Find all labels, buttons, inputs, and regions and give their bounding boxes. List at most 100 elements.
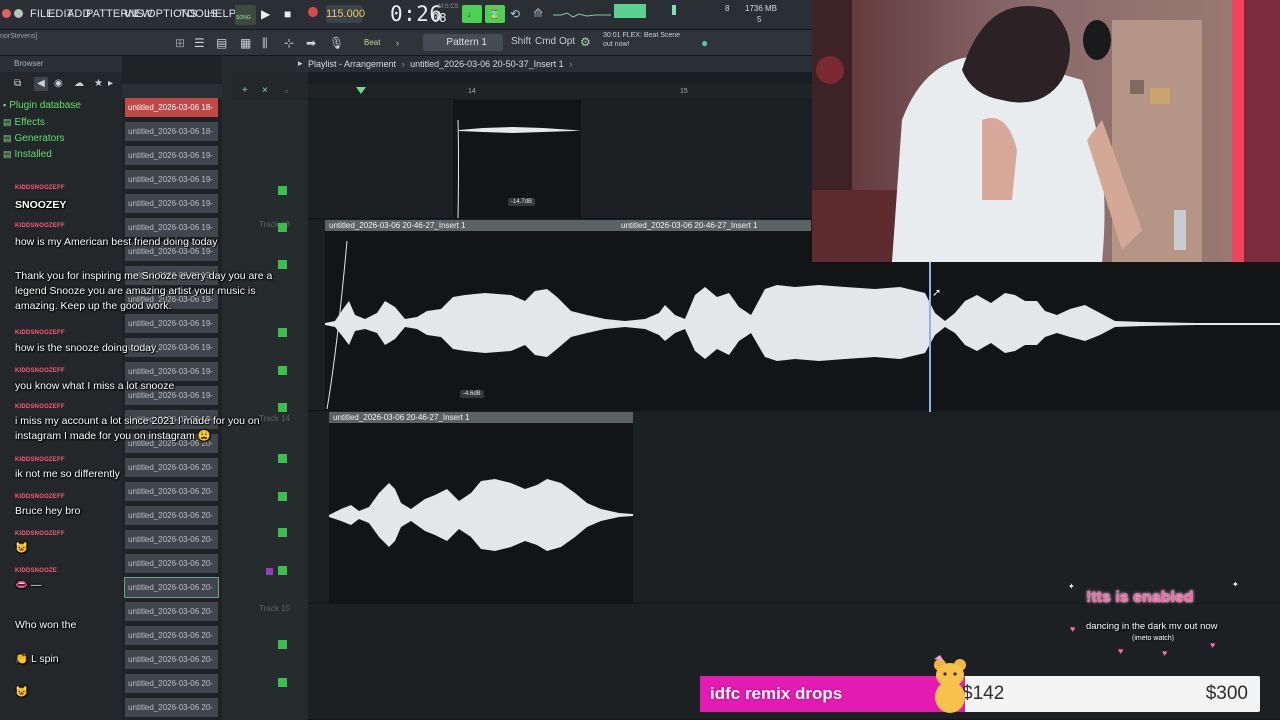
chat-message: you know what I miss a lot snooze <box>15 380 175 392</box>
user-tag: norStevens] <box>0 33 38 40</box>
folder-icon: ▤ <box>3 117 12 127</box>
online-icon[interactable]: ● <box>701 36 708 50</box>
webcam-feed <box>812 0 1280 262</box>
chat-username: KIDDSNOOZEFF <box>15 457 65 463</box>
chat-username: KIDDSNOOZEFF <box>15 404 65 410</box>
tts-announcement-sub: (imeto watch) <box>1132 635 1175 642</box>
delete-track-icon[interactable]: × <box>262 84 268 98</box>
chat-message: Bruce hey bro <box>15 505 81 517</box>
playlist-current-clip: untitled_2026-03-06 20-50-37_Insert 1 <box>410 59 564 69</box>
play-icon[interactable]: ▶ <box>261 7 270 21</box>
sound-icon[interactable]: ◉ <box>54 77 63 91</box>
donation-goal-bar: idfc remix drops $142 $300 <box>700 676 1260 712</box>
donation-goal-target: $300 <box>1205 683 1248 704</box>
chat-message: how is the snooze doing today <box>15 342 157 354</box>
folder-icon: ▤ <box>3 149 12 159</box>
browser-header: Browser <box>0 56 122 72</box>
microphone-icon[interactable]: 🎙 <box>329 36 344 50</box>
playlist-icon[interactable]: ☰ <box>194 36 205 50</box>
browser-item-label: Effects <box>14 117 45 128</box>
playlist-tools: + × ⌕ <box>232 72 308 100</box>
next-arrow-icon[interactable]: ➡ <box>306 36 316 50</box>
time-unit-label: M:S:CS <box>438 4 459 10</box>
star-icon[interactable]: ★ <box>94 77 103 91</box>
add-track-icon[interactable]: + <box>242 84 248 98</box>
news-icon[interactable]: ⚙ <box>580 35 591 49</box>
clip-gain-label: -14.7dB <box>508 198 536 206</box>
cpu-count: 8 <box>725 4 730 13</box>
browser-item-plugin-database[interactable]: ▪ Plugin database <box>3 100 81 111</box>
chat-message: 👄 — <box>15 579 42 591</box>
pattern-clip-item[interactable]: untitled_2026-03-06 18- <box>125 122 218 141</box>
window-close-icon[interactable] <box>2 9 11 18</box>
chat-username: KIDDSNOOZEFF <box>15 330 65 336</box>
audio-clip-c[interactable] <box>329 423 633 603</box>
playlist-title: Playlist - Arrangement › untitled_2026-0… <box>308 59 572 69</box>
pattern-selector[interactable]: Pattern 1 <box>423 34 503 51</box>
playlist-arrow-icon: ▸ <box>298 58 303 68</box>
piano-roll-icon[interactable]: ▤ <box>216 36 227 50</box>
hint-line-1: 30:01 FLEX: Beat Scene <box>603 32 681 39</box>
song-time-centiseconds: 08 <box>432 11 447 25</box>
channel-rack-icon[interactable]: ▦ <box>240 36 251 50</box>
clip-name: untitled_2026-03-06 20-46-27_Insert 1 <box>329 221 466 230</box>
waveform <box>329 479 633 551</box>
audio-clip-a-header[interactable]: untitled_2026-03-06 20-46-27_Insert 1 <box>325 220 617 231</box>
stop-icon[interactable]: ■ <box>284 7 291 21</box>
stream-chat: KIDDSNOOZEFF SNOOZEY KIDDSNOOZEFF how is my… <box>0 182 300 720</box>
chat-username: KIDDSNOOZEFF <box>15 223 65 229</box>
chat-message: SNOOZEY <box>15 199 67 211</box>
metronome-button[interactable]: ♩ <box>462 5 482 23</box>
screen: FILE EDIT ADD PATTERNS VIEW OPTIONS TOOL… <box>0 0 1280 720</box>
browser-item-generators[interactable]: ▤ Generators <box>3 133 65 144</box>
wait-input-button[interactable]: ⌛ <box>485 5 505 23</box>
back-icon[interactable]: ◀ <box>34 77 48 91</box>
chat-message: i miss my account a lot since 2021 I mad… <box>15 415 260 442</box>
tempo-display[interactable]: 115.000 <box>326 5 365 23</box>
zoom-icon[interactable]: ⌕ <box>284 84 289 98</box>
browser-title: Browser <box>14 59 44 68</box>
pattern-clip-item[interactable]: untitled_2026-03-06 18- <box>125 98 218 117</box>
pattern-clip-item[interactable]: untitled_2026-03-06 19- <box>125 146 218 165</box>
webcam-image <box>812 0 1280 262</box>
chat-message: how is my American best friend doing tod… <box>15 236 218 248</box>
loop-marker-icon[interactable] <box>356 87 366 94</box>
chat-username: KIDDSNOOZEFF <box>15 368 65 374</box>
menu-help[interactable]: HELP <box>207 8 236 20</box>
step-edit-icon[interactable]: ⟰ <box>533 6 543 20</box>
playhead[interactable] <box>929 262 931 412</box>
tts-announcement: dancing in the dark mv out now <box>1086 621 1218 632</box>
hint-line-2: out now! <box>603 41 630 48</box>
master-volume-meter <box>614 4 646 18</box>
ruler-bar-14: 14 <box>468 88 476 95</box>
song-mode-toggle[interactable]: SONG <box>235 5 256 25</box>
cloud-icon[interactable]: ☁ <box>74 77 84 91</box>
heart-icon: ♥ <box>1162 648 1168 658</box>
browser-item-effects[interactable]: ▤ Effects <box>3 117 45 128</box>
chat-message: 😺 <box>15 686 29 698</box>
audio-clip-c-header[interactable]: untitled_2026-03-06 20-46-27_Insert 1 <box>329 412 633 423</box>
heart-icon: ♥ <box>1118 646 1124 656</box>
clip-name: untitled_2026-03-06 20-46-27_Insert 1 <box>621 221 758 230</box>
hint-bar: 30:01 FLEX: Beat Scene out now! <box>603 31 680 49</box>
chat-username: KIDDSNOOZE <box>15 568 58 574</box>
record-icon[interactable] <box>307 6 319 21</box>
polyphony-count: 5 <box>757 15 762 24</box>
cmd-key[interactable]: Cmd <box>535 36 556 47</box>
mixer-icon[interactable]: ⫼ <box>262 36 268 50</box>
window-minimize-icon[interactable] <box>14 9 23 18</box>
browser-item-installed[interactable]: ▤ Installed <box>3 149 52 160</box>
copy-icon[interactable]: ⧉ <box>14 77 21 91</box>
arrow-right-icon[interactable]: ▸ <box>108 77 113 91</box>
chat-message: 😺 <box>15 542 29 554</box>
chevron-right-icon[interactable]: › <box>396 36 399 50</box>
browser-item-label: Generators <box>14 133 65 144</box>
opt-key[interactable]: Opt <box>559 36 575 47</box>
plugin-picker-icon[interactable]: ⊹ <box>284 36 294 50</box>
audio-clip-b-header[interactable]: untitled_2026-03-06 20-46-27_Insert 1 <box>617 220 811 231</box>
shift-key[interactable]: Shift <box>511 36 531 47</box>
chat-username: KIDDSNOOZEFF <box>15 185 65 191</box>
loop-record-icon[interactable]: ⟲ <box>510 7 520 21</box>
memory-usage: 1736 MB <box>745 4 778 13</box>
snap-icon[interactable]: ⊞ <box>175 36 185 50</box>
